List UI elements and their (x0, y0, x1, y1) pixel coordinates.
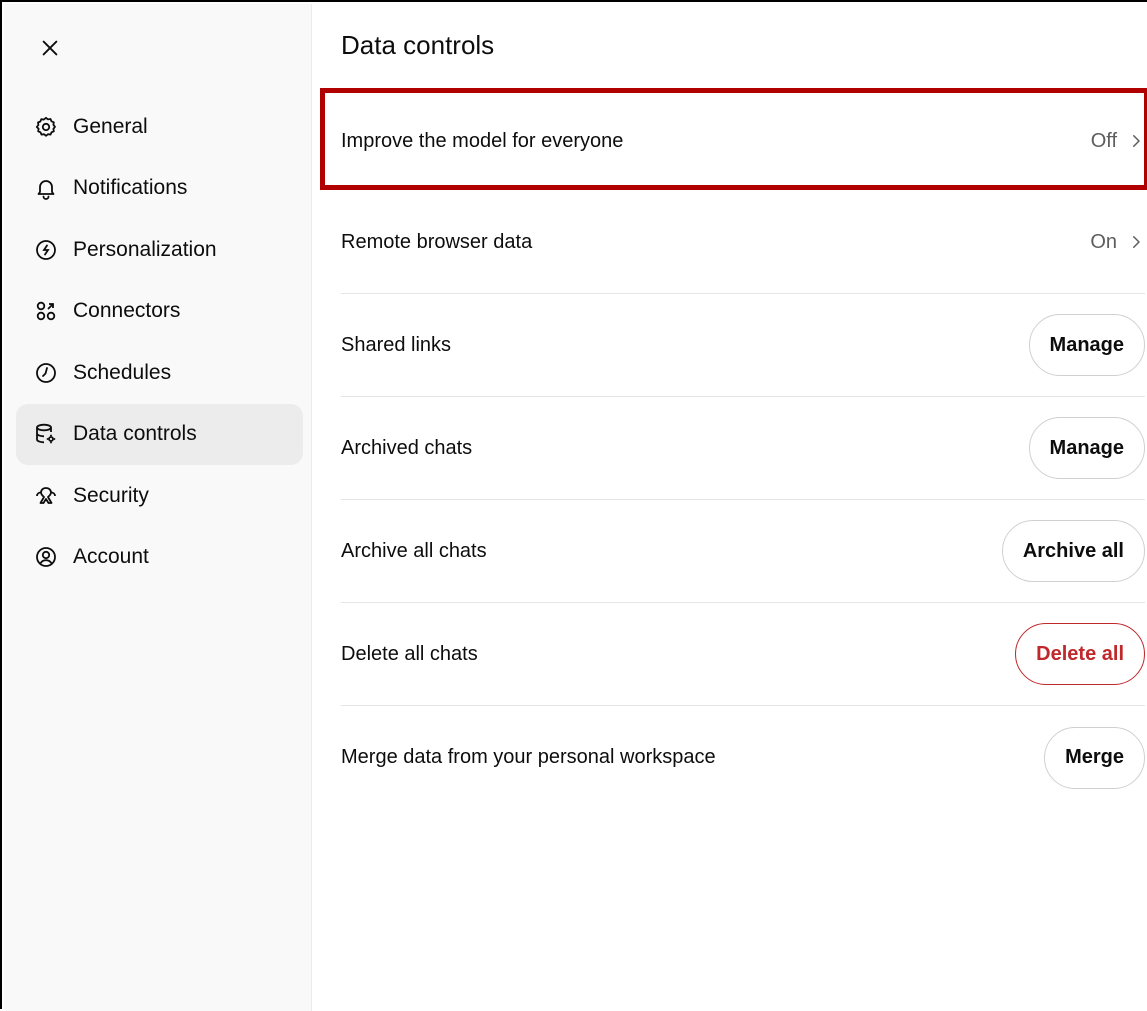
setting-row-archived-chats: Archived chats Manage (341, 397, 1145, 500)
setting-row-archive-all: Archive all chats Archive all (341, 500, 1145, 603)
setting-label: Delete all chats (341, 642, 478, 665)
chevron-right-icon (1133, 236, 1140, 248)
setting-row-delete-all: Delete all chats Delete all (341, 603, 1145, 706)
sidebar-item-notifications[interactable]: Notifications (16, 158, 303, 220)
sidebar-item-label: Security (73, 483, 149, 507)
manage-shared-links-button[interactable]: Manage (1028, 314, 1145, 376)
sidebar-item-label: Account (73, 545, 149, 569)
sidebar-item-schedules[interactable]: Schedules (16, 342, 303, 404)
settings-nav: General Notifications Personalization Co… (16, 96, 303, 588)
settings-window: General Notifications Personalization Co… (0, 0, 1147, 1011)
sidebar-item-data-controls[interactable]: Data controls (16, 403, 303, 465)
setting-label: Archive all chats (341, 539, 487, 562)
setting-label: Remote browser data (341, 230, 533, 253)
setting-row-shared-links: Shared links Manage (341, 294, 1145, 397)
chevron-right-icon (1133, 135, 1140, 147)
sidebar-item-label: General (73, 114, 148, 138)
sidebar-item-label: Data controls (73, 422, 197, 446)
sidebar-item-label: Schedules (73, 360, 172, 384)
sidebar-item-account[interactable]: Account (16, 527, 303, 589)
setting-row-merge-workspace: Merge data from your personal workspace … (341, 706, 1145, 809)
bell-icon (34, 176, 58, 201)
close-button[interactable] (30, 28, 70, 68)
setting-label: Merge data from your personal workspace (341, 746, 716, 768)
sidebar-item-label: Notifications (73, 176, 188, 200)
data-controls-panel: Data controls Improve the model for ever… (313, 4, 1147, 1011)
setting-label: Archived chats (341, 436, 473, 459)
clock-icon (34, 361, 58, 385)
sidebar-item-label: Personalization (73, 237, 217, 261)
close-icon (42, 40, 58, 56)
setting-label: Shared links (341, 333, 452, 356)
setting-value: On (1090, 230, 1117, 253)
connectors-icon (34, 299, 58, 323)
sidebar-item-general[interactable]: General (16, 96, 303, 158)
sidebar-item-personalization[interactable]: Personalization (16, 219, 303, 281)
sidebar-item-connectors[interactable]: Connectors (16, 281, 303, 343)
sidebar-item-security[interactable]: Security (16, 465, 303, 527)
page-title: Data controls (341, 30, 495, 60)
security-icon (34, 484, 58, 508)
gear-icon (34, 115, 58, 139)
personalization-icon (34, 238, 58, 262)
setting-label: Improve the model for everyone (341, 129, 624, 152)
improve-model-value[interactable]: Off (1091, 130, 1145, 153)
merge-button[interactable]: Merge (1044, 726, 1145, 789)
delete-all-button[interactable]: Delete all (1015, 623, 1145, 685)
database-gear-icon (34, 422, 58, 446)
sidebar-item-label: Connectors (73, 299, 181, 323)
remote-browser-value[interactable]: On (1090, 231, 1145, 254)
setting-row-improve-model[interactable]: Improve the model for everyone Off (341, 91, 1145, 191)
settings-list: Improve the model for everyone Off Remot… (341, 91, 1145, 809)
setting-value: Off (1090, 129, 1117, 152)
setting-row-remote-browser-data[interactable]: Remote browser data On (341, 191, 1145, 294)
settings-sidebar: General Notifications Personalization Co… (4, 4, 312, 1011)
archive-all-button[interactable]: Archive all (1001, 520, 1145, 582)
account-icon (34, 545, 58, 569)
manage-archived-chats-button[interactable]: Manage (1028, 417, 1145, 479)
